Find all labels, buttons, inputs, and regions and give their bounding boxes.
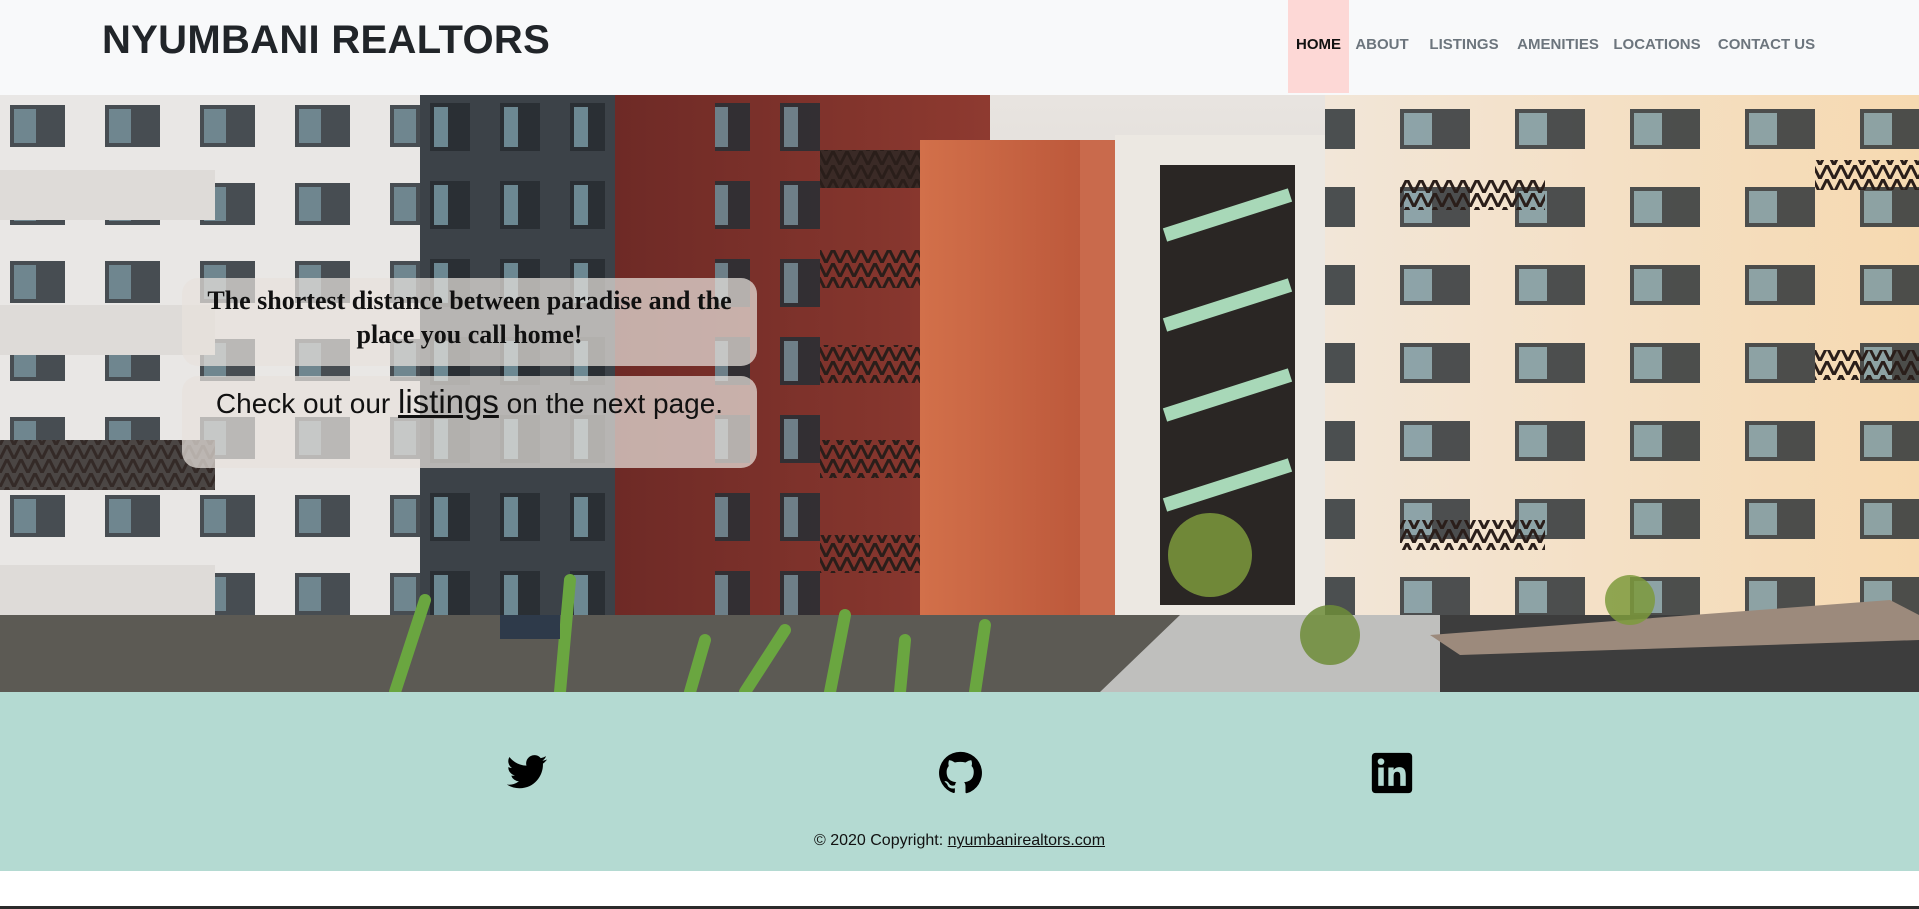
nav-amenities[interactable]: AMENITIES bbox=[1513, 0, 1603, 93]
site-header: NYUMBANI REALTORS HOME ABOUT LISTINGS AM… bbox=[0, 0, 1919, 95]
nav-listings[interactable]: LISTINGS bbox=[1424, 0, 1504, 93]
linkedin-icon[interactable] bbox=[1370, 751, 1414, 795]
hero-banner: The shortest distance between paradise a… bbox=[0, 95, 1919, 692]
site-footer: © 2020 Copyright: nyumbanirealtors.com bbox=[0, 692, 1919, 871]
brand-logo-text[interactable]: NYUMBANI REALTORS bbox=[102, 18, 550, 63]
cta-prefix: Check out our bbox=[215, 388, 391, 419]
nav-contact-us[interactable]: CONTACT US bbox=[1714, 0, 1819, 93]
twitter-icon[interactable] bbox=[505, 751, 549, 795]
copyright-link[interactable]: nyumbanirealtors.com bbox=[948, 832, 1105, 849]
cta-suffix: on the next page. bbox=[506, 388, 724, 419]
listings-link[interactable]: listings bbox=[398, 383, 499, 420]
nav-home[interactable]: HOME bbox=[1288, 0, 1349, 93]
github-icon[interactable] bbox=[938, 751, 982, 795]
nav-locations[interactable]: LOCATIONS bbox=[1609, 0, 1705, 93]
nav-about[interactable]: ABOUT bbox=[1354, 0, 1410, 93]
copyright-text: © 2020 Copyright: bbox=[813, 832, 944, 849]
copyright: © 2020 Copyright: nyumbanirealtors.com bbox=[0, 832, 1919, 850]
hero-tagline: The shortest distance between paradise a… bbox=[182, 278, 757, 366]
hero-cta: Check out our listings on the next page. bbox=[182, 376, 757, 468]
